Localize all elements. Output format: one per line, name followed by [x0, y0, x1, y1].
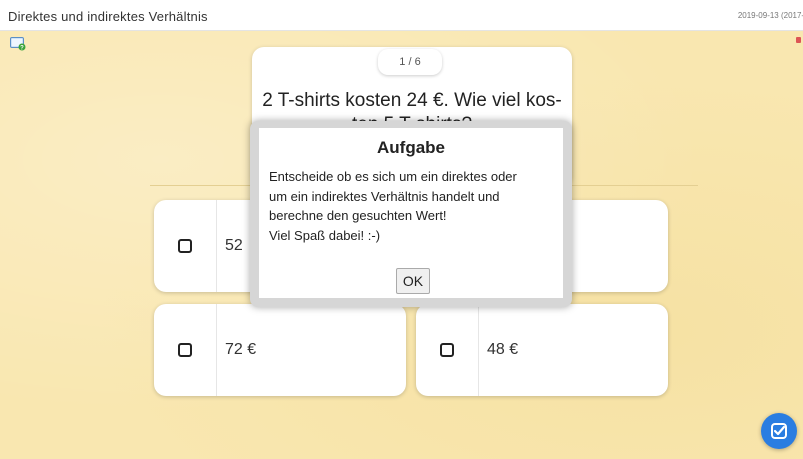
dialog-body: Entscheide ob es sich um ein direktes od…	[269, 167, 559, 245]
check-icon	[771, 423, 787, 439]
dialog-body-line: berechne den gesuchten Wert!	[269, 208, 447, 223]
answer-label: 48 €	[487, 341, 519, 358]
answer-checkbox-area[interactable]	[416, 304, 479, 396]
answer-checkbox-area[interactable]	[154, 304, 217, 396]
dialog-body-line: um ein indirektes Verhältnis handelt und	[269, 188, 500, 204]
checkbox-icon[interactable]	[440, 343, 454, 357]
date-stamp: 2019-09-13 (2017-06	[737, 11, 803, 20]
dialog-body-line: Entscheide ob es sich um ein direktes od…	[269, 169, 517, 184]
answer-label: 72 €	[225, 341, 257, 358]
dialog-title: Aufgabe	[377, 138, 445, 157]
svg-text:?: ?	[20, 45, 24, 51]
answer-label: 52	[225, 237, 243, 254]
answer-option-3[interactable]: 72 €	[154, 304, 406, 396]
exercise-stage: ? 1 / 6 2 T-shirts kosten 24 €. Wie viel…	[0, 31, 803, 459]
answer-checkbox-area[interactable]	[154, 200, 217, 292]
help-icon[interactable]: ?	[10, 37, 26, 51]
task-dialog: Aufgabe Entscheide ob es sich um ein dir…	[250, 121, 572, 307]
checkbox-icon[interactable]	[178, 343, 192, 357]
checkbox-icon[interactable]	[178, 239, 192, 253]
page-title: Direktes und indirektes Verhältnis	[8, 9, 208, 24]
task-dialog-panel: Aufgabe Entscheide ob es sich um ein dir…	[259, 128, 563, 298]
ok-button[interactable]: OK	[396, 268, 430, 294]
question-counter: 1 / 6	[378, 49, 442, 75]
dialog-body-line: Viel Spaß dabei! :-)	[269, 227, 381, 243]
answer-option-4[interactable]: 48 €	[416, 304, 668, 396]
check-answer-button[interactable]	[761, 413, 797, 449]
close-marker-icon[interactable]	[796, 37, 801, 43]
top-bar: Direktes und indirektes Verhältnis 2019-…	[0, 0, 803, 31]
